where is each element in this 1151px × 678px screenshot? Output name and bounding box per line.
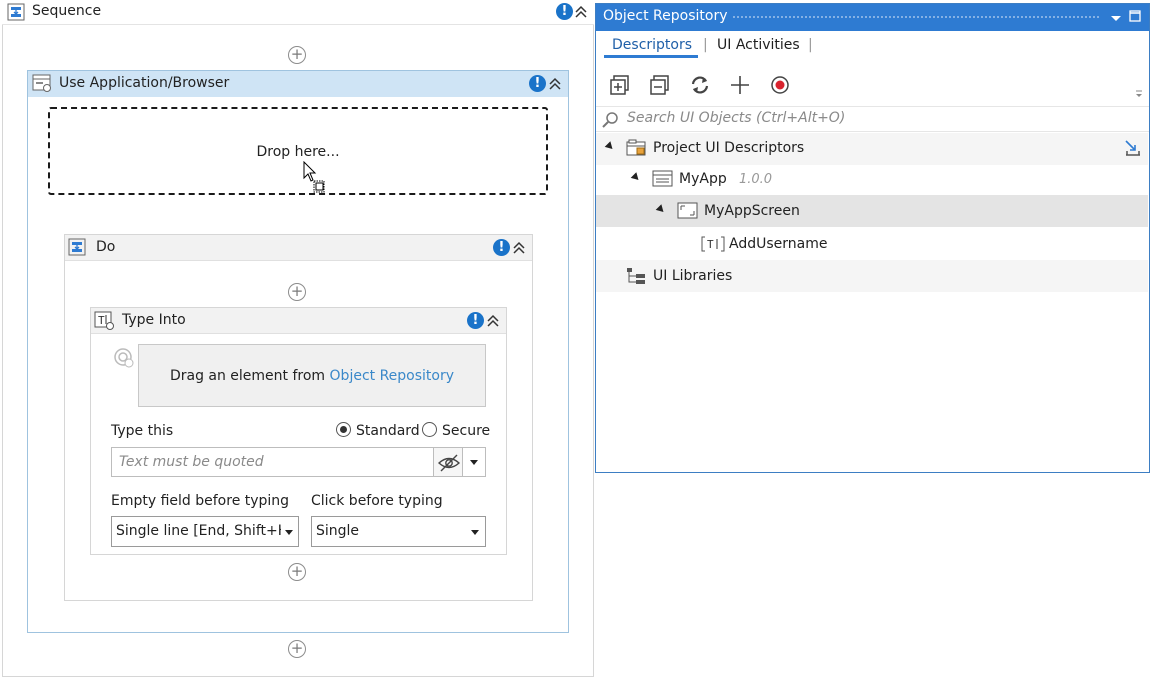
do-warning-icon[interactable]: ! bbox=[493, 239, 510, 256]
click-before-value: Single bbox=[316, 523, 360, 539]
type-this-placeholder: Text must be quoted bbox=[119, 454, 264, 470]
drag-cursor-icon bbox=[303, 161, 327, 195]
use-app-warning-icon[interactable]: ! bbox=[529, 75, 546, 92]
record-icon[interactable] bbox=[769, 74, 791, 96]
type-this-input[interactable]: Text must be quoted bbox=[111, 447, 434, 477]
target-hint-text: Drag an element from bbox=[169, 368, 330, 384]
tab-separator: | bbox=[808, 37, 813, 53]
chevron-down-icon bbox=[285, 530, 293, 535]
type-into-warning-icon[interactable]: ! bbox=[467, 312, 484, 329]
use-app-browser-title: Use Application/Browser bbox=[59, 75, 230, 91]
import-icon[interactable] bbox=[1124, 139, 1142, 157]
expand-all-icon[interactable] bbox=[609, 74, 631, 96]
radio-standard[interactable] bbox=[336, 422, 351, 437]
sequence-icon bbox=[7, 3, 25, 21]
add-activity-button[interactable]: + bbox=[288, 640, 306, 658]
maximize-icon[interactable] bbox=[1129, 10, 1141, 22]
tab-ui-activities[interactable]: UI Activities bbox=[717, 37, 800, 53]
libraries-icon bbox=[626, 267, 646, 285]
empty-field-select[interactable]: Single line [End, Shift+H bbox=[111, 516, 299, 547]
tree-label-libraries: UI Libraries bbox=[653, 268, 733, 284]
tree-label-element: AddUsername bbox=[729, 236, 828, 252]
hide-text-button[interactable] bbox=[434, 447, 463, 477]
tree-label-screen: MyAppScreen bbox=[704, 203, 800, 219]
search-ui-objects[interactable]: Search UI Objects (Ctrl+Alt+O) bbox=[596, 106, 1149, 132]
drop-zone-text: Drop here... bbox=[256, 144, 340, 160]
panel-menu-icon[interactable] bbox=[1110, 14, 1122, 22]
tree-label-app: MyApp bbox=[679, 171, 727, 187]
radio-standard-label: Standard bbox=[356, 423, 420, 439]
target-hint: Drag an element from Object Repository bbox=[138, 368, 486, 384]
add-activity-button[interactable]: + bbox=[288, 563, 306, 581]
click-before-label: Click before typing bbox=[311, 493, 443, 509]
object-repository-title: Object Repository bbox=[603, 8, 728, 24]
search-icon bbox=[602, 112, 618, 128]
use-app-collapse-icon[interactable] bbox=[548, 76, 562, 92]
toolbar-overflow-icon[interactable] bbox=[1135, 90, 1143, 98]
object-repository-link[interactable]: Object Repository bbox=[330, 368, 455, 384]
screen-icon bbox=[677, 202, 699, 220]
type-into-icon: T bbox=[94, 311, 115, 331]
project-icon bbox=[626, 139, 648, 157]
text-element-icon: T bbox=[701, 235, 725, 253]
input-options-dropdown[interactable] bbox=[463, 447, 486, 477]
add-activity-button[interactable]: + bbox=[288, 283, 306, 301]
sequence-collapse-icon[interactable] bbox=[574, 4, 588, 20]
click-before-select[interactable]: Single bbox=[311, 516, 486, 547]
chevron-down-icon bbox=[471, 530, 479, 535]
titlebar-grip[interactable] bbox=[732, 15, 1100, 20]
svg-text:T: T bbox=[98, 314, 105, 327]
tree-label-project: Project UI Descriptors bbox=[653, 140, 805, 156]
svg-text:T: T bbox=[707, 238, 714, 251]
add-icon[interactable] bbox=[729, 74, 751, 96]
active-tab-indicator bbox=[604, 55, 698, 58]
empty-field-label: Empty field before typing bbox=[111, 493, 290, 509]
chevron-down-icon bbox=[470, 460, 478, 465]
search-placeholder: Search UI Objects (Ctrl+Alt+O) bbox=[627, 110, 846, 126]
browser-icon bbox=[32, 74, 52, 93]
do-sequence-icon bbox=[68, 238, 86, 256]
app-icon bbox=[652, 170, 674, 188]
type-this-label: Type this bbox=[111, 423, 174, 439]
do-collapse-icon[interactable] bbox=[512, 240, 526, 256]
tab-descriptors[interactable]: Descriptors bbox=[612, 37, 692, 53]
sequence-warning-icon[interactable]: ! bbox=[556, 3, 573, 20]
refresh-icon[interactable] bbox=[689, 74, 711, 96]
tree-node-element[interactable] bbox=[596, 228, 1148, 260]
target-icon[interactable] bbox=[113, 347, 135, 369]
collapse-all-icon[interactable] bbox=[649, 74, 671, 96]
type-into-collapse-icon[interactable] bbox=[486, 313, 500, 329]
app-version: 1.0.0 bbox=[739, 172, 773, 187]
add-activity-button[interactable]: + bbox=[288, 46, 306, 64]
empty-field-value: Single line [End, Shift+H bbox=[116, 523, 281, 539]
eye-slash-icon bbox=[438, 454, 460, 472]
type-into-title: Type Into bbox=[122, 312, 186, 328]
radio-secure-label: Secure bbox=[442, 423, 491, 439]
do-title: Do bbox=[96, 239, 116, 255]
sequence-title: Sequence bbox=[32, 3, 102, 19]
tab-separator: | bbox=[703, 37, 708, 53]
radio-secure[interactable] bbox=[422, 422, 437, 437]
do-header[interactable] bbox=[65, 235, 532, 261]
